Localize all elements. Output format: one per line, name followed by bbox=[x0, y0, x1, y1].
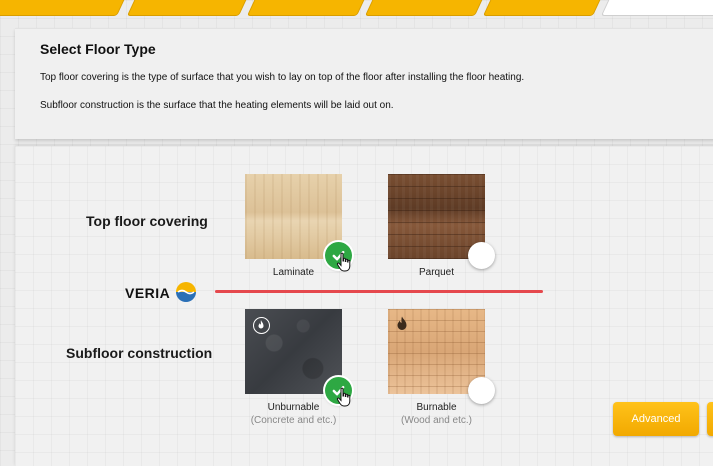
fire-circle-icon bbox=[253, 317, 270, 334]
veria-logo-icon bbox=[176, 282, 196, 302]
wizard-tab-4[interactable] bbox=[364, 0, 486, 16]
option-parquet[interactable]: Parquet bbox=[388, 174, 495, 278]
wizard-tab-1[interactable] bbox=[0, 0, 128, 16]
wizard-tab-6-active[interactable] bbox=[600, 0, 713, 16]
info-panel: Select Floor Type Top floor covering is … bbox=[15, 28, 713, 139]
wizard-tab-3[interactable] bbox=[246, 0, 368, 16]
next-button[interactable] bbox=[707, 402, 713, 436]
wizard-tabs bbox=[0, 0, 713, 16]
hand-cursor-icon bbox=[336, 387, 351, 407]
red-divider-line bbox=[215, 290, 543, 293]
top-floor-label: Top floor covering bbox=[86, 213, 208, 229]
option-burnable-sublabel: (Wood and etc.) bbox=[401, 415, 472, 426]
wizard-tab-2[interactable] bbox=[126, 0, 250, 16]
logo-text: VERIA bbox=[125, 285, 171, 301]
wizard-tab-5[interactable] bbox=[482, 0, 604, 16]
page-title: Select Floor Type bbox=[40, 41, 156, 57]
option-burnable[interactable]: Burnable (Wood and etc.) bbox=[388, 309, 495, 426]
info-text-subfloor: Subfloor construction is the surface tha… bbox=[40, 100, 394, 111]
option-unburnable-sublabel: (Concrete and etc.) bbox=[250, 415, 337, 426]
advanced-button[interactable]: Advanced bbox=[613, 402, 699, 436]
burnable-radio[interactable] bbox=[468, 377, 495, 404]
flame-icon bbox=[397, 316, 407, 330]
subfloor-label: Subfloor construction bbox=[66, 345, 213, 361]
option-laminate[interactable]: Laminate bbox=[245, 174, 352, 278]
parquet-radio[interactable] bbox=[468, 242, 495, 269]
floor-selection-panel: Top floor covering Subfloor construction… bbox=[15, 146, 713, 466]
hand-cursor-icon bbox=[336, 252, 351, 272]
info-text-top-floor: Top floor covering is the type of surfac… bbox=[40, 72, 525, 83]
option-unburnable[interactable]: Unburnable (Concrete and etc.) bbox=[245, 309, 352, 426]
